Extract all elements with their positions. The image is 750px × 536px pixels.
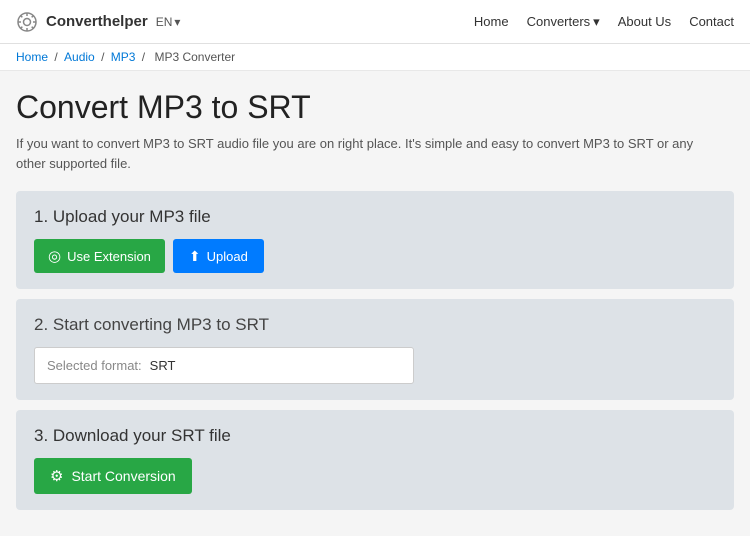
logo-icon — [16, 11, 38, 33]
logo-text: Converthelper — [46, 13, 148, 30]
step-convert-box: 2. Start converting MP3 to SRT Selected … — [16, 299, 734, 400]
lang-selector[interactable]: EN ▾ — [156, 15, 181, 29]
breadcrumb-sep-3: / — [142, 50, 149, 64]
header-nav: Home Converters ▾ About Us Contact — [474, 14, 734, 30]
nav-converters[interactable]: Converters ▾ — [527, 14, 600, 30]
nav-contact[interactable]: Contact — [689, 14, 734, 29]
breadcrumb-audio[interactable]: Audio — [64, 50, 95, 64]
nav-home[interactable]: Home — [474, 14, 509, 29]
breadcrumb-sep-1: / — [54, 50, 61, 64]
breadcrumb: Home / Audio / MP3 / MP3 Converter — [0, 44, 750, 71]
upload-button[interactable]: ⬆ Upload — [173, 239, 264, 273]
use-extension-label: Use Extension — [67, 249, 151, 264]
main-content: Convert MP3 to SRT If you want to conver… — [0, 71, 750, 536]
lang-arrow-icon: ▾ — [174, 15, 180, 29]
extension-icon: ◎ — [48, 247, 61, 265]
start-conversion-button[interactable]: ⚙ Start Conversion — [34, 458, 192, 494]
header-left: Converthelper EN ▾ — [16, 11, 180, 33]
use-extension-button[interactable]: ◎ Use Extension — [34, 239, 165, 273]
page-title: Convert MP3 to SRT — [16, 89, 734, 126]
upload-buttons: ◎ Use Extension ⬆ Upload — [34, 239, 716, 273]
upload-label: Upload — [207, 249, 248, 264]
page-description: If you want to convert MP3 to SRT audio … — [16, 134, 696, 173]
step-download-box: 3. Download your SRT file ⚙ Start Conver… — [16, 410, 734, 510]
nav-about[interactable]: About Us — [618, 14, 671, 29]
breadcrumb-home[interactable]: Home — [16, 50, 48, 64]
format-label: Selected format: — [47, 358, 142, 373]
step-upload-title: 1. Upload your MP3 file — [34, 207, 716, 227]
step-convert-title: 2. Start converting MP3 to SRT — [34, 315, 716, 335]
lang-label: EN — [156, 15, 173, 29]
nav-converters-label: Converters — [527, 14, 591, 29]
upload-arrow-icon: ⬆ — [189, 248, 201, 265]
format-select-area: Selected format: SRT — [34, 347, 414, 384]
breadcrumb-mp3[interactable]: MP3 — [111, 50, 136, 64]
nav-converters-arrow-icon: ▾ — [593, 14, 600, 30]
step-download-title: 3. Download your SRT file — [34, 426, 716, 446]
start-conversion-label: Start Conversion — [71, 468, 175, 484]
breadcrumb-current: MP3 Converter — [154, 50, 235, 64]
format-value: SRT — [150, 358, 176, 373]
header: Converthelper EN ▾ Home Converters ▾ Abo… — [0, 0, 750, 44]
gear-icon: ⚙ — [50, 467, 63, 485]
breadcrumb-sep-2: / — [101, 50, 108, 64]
step-upload-box: 1. Upload your MP3 file ◎ Use Extension … — [16, 191, 734, 289]
